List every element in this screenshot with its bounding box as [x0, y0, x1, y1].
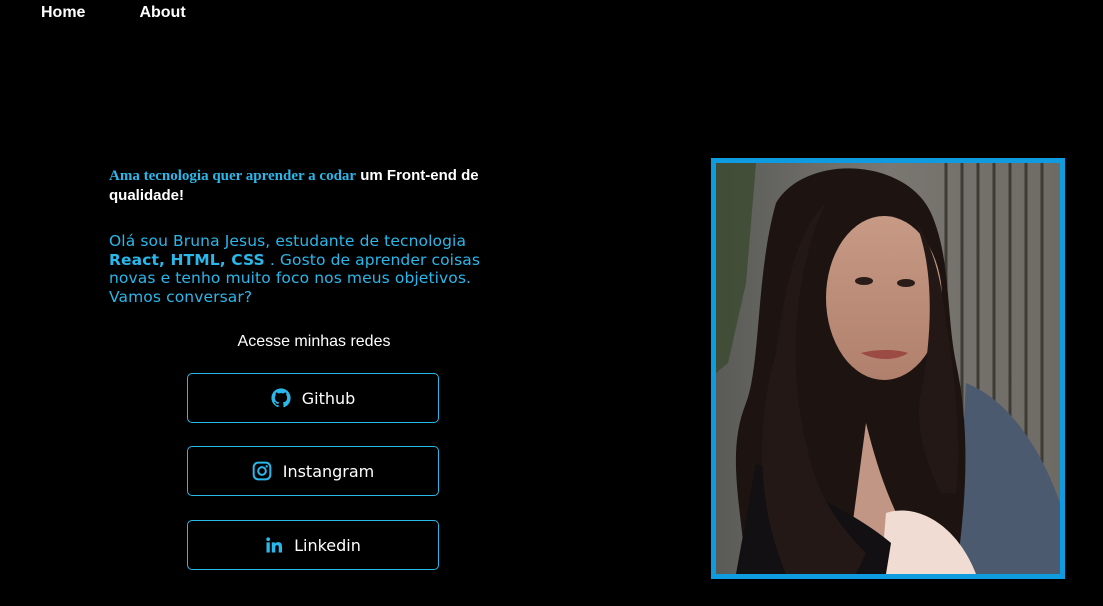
nav-home-link[interactable]: Home	[41, 3, 85, 23]
profile-photo-illustration	[716, 163, 1060, 574]
github-button[interactable]: Github	[187, 373, 439, 423]
instagram-label: Instangram	[282, 461, 375, 481]
linkedin-label: Linkedin	[294, 535, 361, 555]
nav-about-link[interactable]: About	[139, 3, 185, 23]
linkedin-icon	[265, 536, 283, 554]
intro-tech-stack: React, HTML, CSS	[109, 250, 265, 269]
linkedin-button[interactable]: Linkedin	[187, 520, 439, 570]
profile-photo	[711, 158, 1065, 579]
instagram-icon	[252, 461, 272, 481]
headline-accent: Ama tecnologia quer aprender a codar	[109, 168, 357, 184]
instagram-button[interactable]: Instangram	[187, 446, 439, 496]
intro-text-part1: Olá sou Bruna Jesus, estudante de tecnol…	[109, 232, 467, 250]
github-label: Github	[301, 388, 356, 408]
hero-intro: Olá sou Bruna Jesus, estudante de tecnol…	[109, 232, 499, 306]
hero-headline: Ama tecnologia quer aprender a codar um …	[109, 166, 519, 205]
social-title: Acesse minhas redes	[237, 333, 391, 350]
top-nav: Home About	[41, 3, 186, 23]
github-icon	[271, 388, 291, 408]
